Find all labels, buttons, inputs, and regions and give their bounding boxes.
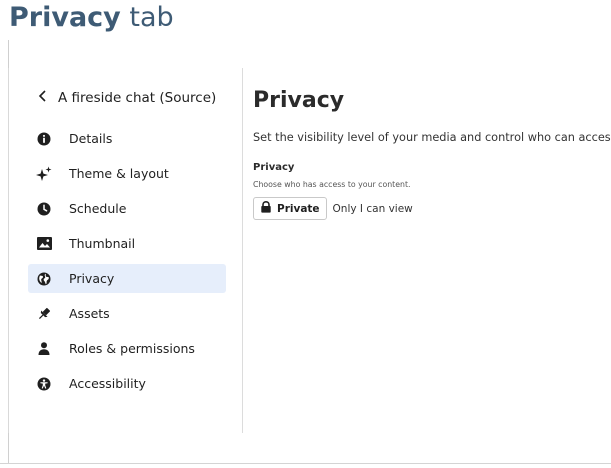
- privacy-section-label: Privacy: [253, 162, 295, 173]
- privacy-level-button[interactable]: Private: [253, 197, 327, 220]
- privacy-section-subtitle: Choose who has access to your content.: [253, 180, 411, 189]
- sidebar-item-label: Accessibility: [69, 376, 146, 391]
- lock-icon: [260, 200, 272, 216]
- clock-icon: [36, 201, 52, 217]
- privacy-setting-row: Private Only I can view: [253, 197, 413, 220]
- left-rule: [8, 40, 9, 68]
- sidebar-item-thumbnail[interactable]: Thumbnail: [28, 229, 226, 258]
- back-link-label: A fireside chat (Source): [58, 90, 217, 106]
- sidebar-item-label: Theme & layout: [69, 166, 169, 181]
- bottom-left-rule: [8, 433, 9, 463]
- sidebar-item-assets[interactable]: Assets: [28, 299, 226, 328]
- sidebar-item-label: Thumbnail: [69, 236, 136, 251]
- sidebar-item-label: Roles & permissions: [69, 341, 195, 356]
- sidebar-item-accessibility[interactable]: Accessibility: [28, 369, 226, 398]
- sidebar-item-theme-layout[interactable]: Theme & layout: [28, 159, 226, 188]
- sidebar-item-schedule[interactable]: Schedule: [28, 194, 226, 223]
- chevron-left-icon: [38, 90, 48, 106]
- privacy-level-label: Private: [277, 202, 320, 215]
- sidebar-item-label: Privacy: [69, 271, 115, 286]
- sparkle-icon: [36, 166, 52, 182]
- settings-panel: A fireside chat (Source) Details Theme &…: [8, 68, 611, 433]
- page-description: Set the visibility level of your media a…: [253, 131, 611, 144]
- sidebar-item-label: Details: [69, 131, 113, 146]
- privacy-level-description: Only I can view: [332, 202, 413, 215]
- back-link[interactable]: A fireside chat (Source): [38, 88, 216, 108]
- globe-icon: [36, 271, 52, 287]
- sidebar-item-roles-permissions[interactable]: Roles & permissions: [28, 334, 226, 363]
- sidebar-item-label: Assets: [69, 306, 110, 321]
- accessibility-icon: [36, 376, 52, 392]
- document-heading: Privacy tab: [9, 2, 174, 34]
- pin-icon: [36, 306, 52, 322]
- page-title: Privacy: [253, 88, 345, 113]
- info-icon: [36, 131, 52, 147]
- sidebar: A fireside chat (Source) Details Theme &…: [18, 68, 243, 433]
- sidebar-item-details[interactable]: Details: [28, 124, 226, 153]
- image-icon: [36, 236, 52, 252]
- sidebar-item-label: Schedule: [69, 201, 127, 216]
- person-icon: [36, 341, 52, 357]
- main-content: Privacy Set the visibility level of your…: [253, 68, 611, 433]
- bottom-divider: [0, 463, 611, 464]
- sidebar-item-privacy[interactable]: Privacy: [28, 264, 226, 293]
- heading-rest: tab: [120, 2, 174, 33]
- heading-bold: Privacy: [9, 2, 121, 33]
